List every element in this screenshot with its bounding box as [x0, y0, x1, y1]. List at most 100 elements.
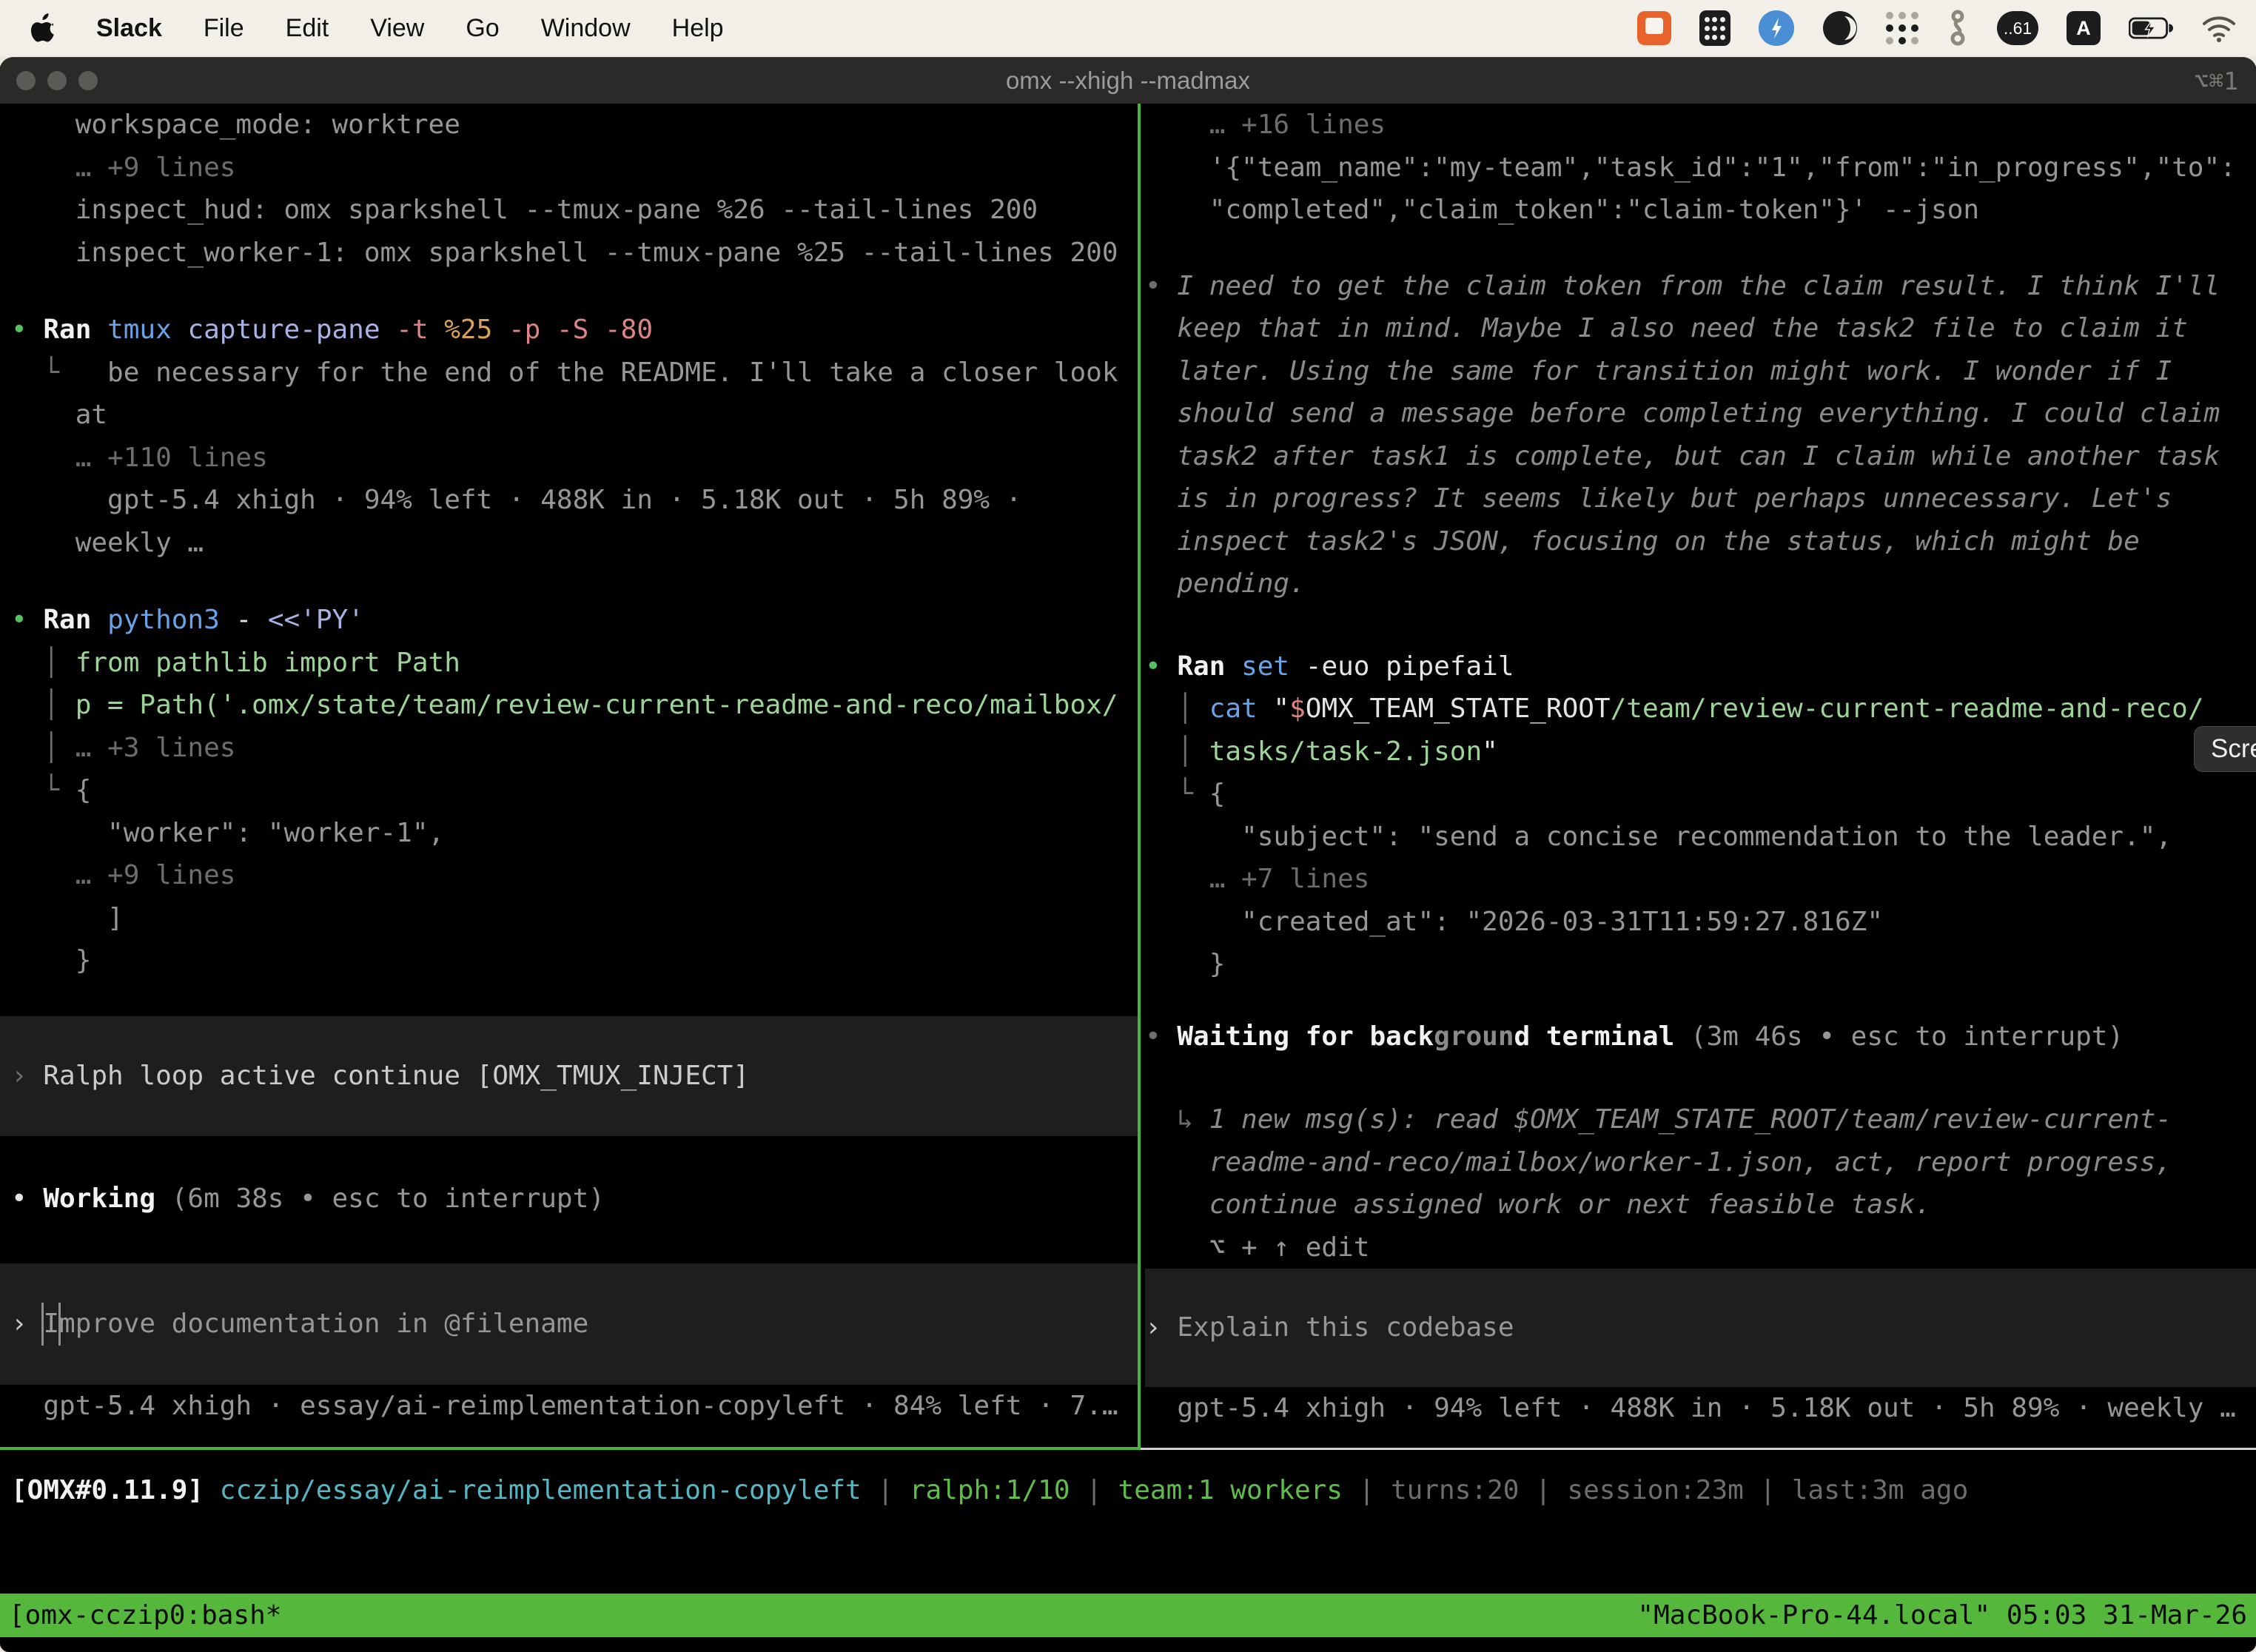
terminal-line: is in progress? It seems likely but perh…: [1145, 477, 2256, 520]
squiggle-icon[interactable]: [1947, 9, 1969, 47]
omx-status-line: [OMX#0.11.9] cczip/essay/ai-reimplementa…: [11, 1469, 1968, 1512]
terminal-line: └ be necessary for the end of the README…: [11, 352, 1138, 394]
terminal-line: }: [11, 939, 1138, 982]
wifi-icon[interactable]: [2201, 13, 2237, 43]
session-status-line: gpt-5.4 xhigh · essay/ai-reimplementatio…: [11, 1385, 1138, 1428]
session-status-line: gpt-5.4 xhigh · 94% left · 488K in · 5.1…: [1145, 1387, 2256, 1430]
edit-hint: ⌥ + ↑ edit: [1145, 1226, 2256, 1269]
menu-bar-status-icons: ..61 A: [1637, 0, 2237, 56]
apple-menu-icon[interactable]: [31, 12, 61, 44]
terminal-line: "completed","claim_token":"claim-token"}…: [1145, 189, 2256, 232]
window-title: omx --xhigh --madmax: [1006, 67, 1250, 95]
terminal-line: '{"team_name":"my-team","task_id":"1","f…: [1145, 147, 2256, 189]
chat-notification-icon[interactable]: [1637, 11, 1671, 45]
terminal-line: … +110 lines: [11, 437, 1138, 480]
spacer: [1145, 986, 2256, 1015]
spacer: [1145, 1058, 2256, 1098]
dots-grid-icon[interactable]: [1886, 12, 1918, 44]
terminal-line: └ {: [11, 769, 1138, 812]
terminal-line: continue assigned work or next feasible …: [1145, 1183, 2256, 1226]
close-button[interactable]: [16, 71, 36, 90]
terminal-line: inspect task2's JSON, focusing on the st…: [1145, 520, 2256, 563]
spacer: [11, 1136, 1138, 1178]
terminal-line: weekly …: [11, 522, 1138, 565]
terminal-line: later. Using the same for transition mig…: [1145, 350, 2256, 393]
waiting-status: • Waiting for background terminal (3m 46…: [1145, 1015, 2256, 1058]
tmux-pane-right[interactable]: … +16 lines '{"team_name":"my-team","tas…: [1145, 104, 2256, 1430]
menu-item-edit[interactable]: Edit: [286, 14, 329, 43]
terminal-line: ]: [11, 897, 1138, 940]
prompt-input[interactable]: › Improve documentation in @filename: [0, 1263, 1138, 1385]
menu-item-go[interactable]: Go: [466, 14, 499, 43]
battery-charging-icon[interactable]: [2129, 17, 2173, 39]
crescent-icon[interactable]: [1822, 10, 1858, 46]
thinking-text: • I need to get the claim token from the…: [1145, 265, 2256, 308]
terminal-line: inspect_worker-1: omx sparkshell --tmux-…: [11, 232, 1138, 275]
terminal-line: │ cat "$OMX_TEAM_STATE_ROOT/team/review-…: [1145, 688, 2256, 731]
terminal-line: └ {: [1145, 773, 2256, 816]
command-ran-python3: • Ran python3 - <<'PY': [11, 599, 1138, 642]
spacer: [11, 1220, 1138, 1263]
terminal-line: │ … +3 lines: [11, 727, 1138, 770]
ralph-loop-banner-text: › Ralph loop active continue [OMX_TMUX_I…: [11, 1055, 1138, 1098]
spacer: [11, 982, 1138, 1016]
terminal-line: should send a message before completing …: [1145, 392, 2256, 435]
terminal-line: gpt-5.4 xhigh · 94% left · 488K in · 5.1…: [11, 479, 1138, 522]
window-shortcut: ⌥⌘1: [2194, 67, 2238, 95]
terminal-window: omx --xhigh --madmax ⌥⌘1 workspace_mode:…: [0, 58, 2256, 1652]
screen-tooltip: Scre: [2194, 726, 2256, 772]
menu-item-help[interactable]: Help: [672, 14, 724, 43]
pane-divider[interactable]: [1138, 104, 1141, 1448]
badge-61[interactable]: ..61: [1997, 11, 2038, 45]
app-menu-slack[interactable]: Slack: [96, 14, 162, 43]
terminal-line: }: [1145, 943, 2256, 986]
terminal-line: workspace_mode: worktree: [11, 104, 1138, 147]
terminal-line: task2 after task1 is complete, but can I…: [1145, 435, 2256, 478]
tmux-session-label: [omx-cczip0:bash*: [9, 1594, 281, 1637]
menu-item-file[interactable]: File: [204, 14, 244, 43]
command-ran-set: • Ran set -euo pipefail: [1145, 645, 2256, 688]
menu-item-view[interactable]: View: [370, 14, 424, 43]
blue-bolt-icon[interactable]: [1759, 10, 1794, 46]
spacer: [1145, 232, 2256, 265]
spacer: [11, 564, 1138, 599]
prompt-input-text: › Explain this codebase: [1145, 1306, 2256, 1349]
zoom-button[interactable]: [78, 71, 98, 90]
minimize-button[interactable]: [47, 71, 67, 90]
tmux-pane-left[interactable]: workspace_mode: worktree … +9 lines insp…: [0, 104, 1138, 1428]
terminal-line: … +16 lines: [1145, 104, 2256, 147]
tmux-status-bar: [omx-cczip0:bash* "MacBook-Pro-44.local"…: [0, 1594, 2256, 1637]
terminal-line: … +9 lines: [11, 147, 1138, 189]
terminal-line: "subject": "send a concise recommendatio…: [1145, 816, 2256, 859]
terminal-line: "created_at": "2026-03-31T11:59:27.816Z": [1145, 901, 2256, 944]
terminal-line: pending.: [1145, 563, 2256, 605]
terminal-line: │ from pathlib import Path: [11, 642, 1138, 685]
terminal-line: │ p = Path('.omx/state/team/review-curre…: [11, 684, 1138, 727]
terminal-line: at: [11, 394, 1138, 437]
terminal-line: │ tasks/task-2.json": [1145, 731, 2256, 773]
ralph-loop-banner: › Ralph loop active continue [OMX_TMUX_I…: [0, 1016, 1138, 1136]
spacer: [11, 274, 1138, 309]
menu-item-window[interactable]: Window: [541, 14, 631, 43]
keypad-icon[interactable]: [1699, 10, 1730, 46]
tmux-host-clock: "MacBook-Pro-44.local" 05:03 31-Mar-26: [1637, 1594, 2247, 1637]
window-title-bar: omx --xhigh --madmax ⌥⌘1: [0, 58, 2256, 104]
terminal-line: ↳ 1 new msg(s): read $OMX_TEAM_STATE_ROO…: [1145, 1098, 2256, 1141]
screen-tooltip-text: Scre: [2211, 734, 2256, 764]
terminal-line: keep that in mind. Maybe I also need the…: [1145, 307, 2256, 350]
terminal-line: … +7 lines: [1145, 858, 2256, 901]
spacer: [1145, 605, 2256, 645]
prompt-input[interactable]: › Explain this codebase: [1145, 1269, 2256, 1387]
active-pane-border: [0, 1447, 1141, 1450]
terminal-line: readme-and-reco/mailbox/worker-1.json, a…: [1145, 1141, 2256, 1184]
menu-bar: Slack File Edit View Go Window Help ..61 A: [0, 0, 2256, 56]
inactive-pane-border: [1141, 1448, 2256, 1450]
command-ran-tmux: • Ran tmux capture-pane -t %25 -p -S -80: [11, 309, 1138, 352]
text-replacement-icon[interactable]: A: [2067, 11, 2101, 45]
terminal-body: workspace_mode: worktree … +9 lines insp…: [0, 104, 2256, 1652]
working-status: • Working (6m 38s • esc to interrupt): [11, 1178, 1138, 1220]
terminal-line: inspect_hud: omx sparkshell --tmux-pane …: [11, 189, 1138, 232]
prompt-input-text: › Improve documentation in @filename: [11, 1303, 1138, 1346]
terminal-line: … +9 lines: [11, 854, 1138, 897]
terminal-line: "worker": "worker-1",: [11, 812, 1138, 855]
